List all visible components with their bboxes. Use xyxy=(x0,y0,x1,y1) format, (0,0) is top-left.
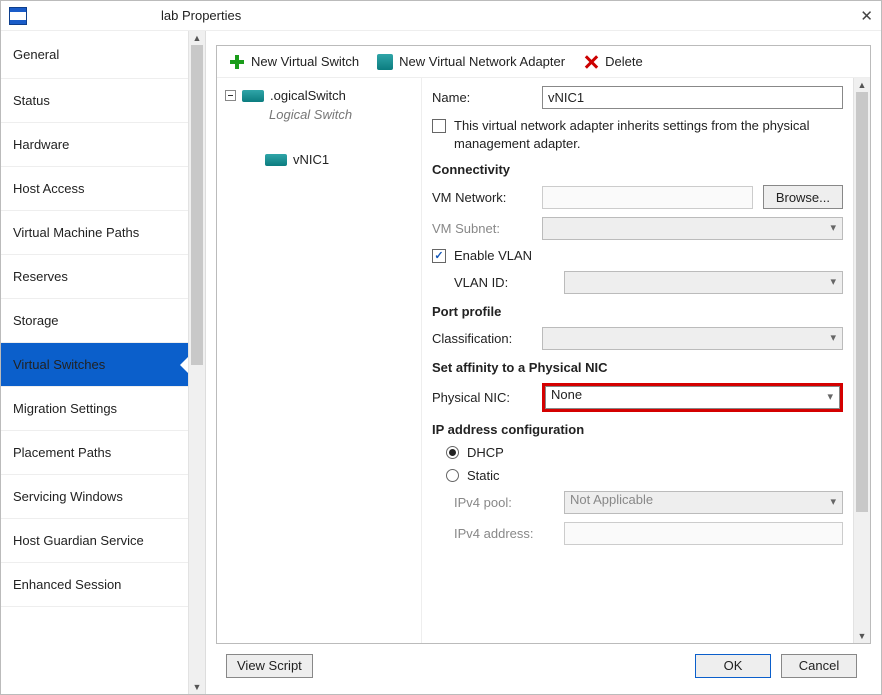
ipv4-pool-label: IPv4 pool: xyxy=(432,495,564,510)
scroll-thumb[interactable] xyxy=(856,92,868,512)
sidebar-item-general[interactable]: General xyxy=(1,31,188,79)
static-label: Static xyxy=(467,468,500,483)
close-icon[interactable]: ✕ xyxy=(860,7,873,25)
enable-vlan-checkbox[interactable] xyxy=(432,249,446,263)
section-affinity: Set affinity to a Physical NIC xyxy=(432,360,843,375)
app-icon xyxy=(9,7,27,25)
sidebar-item-reserves[interactable]: Reserves xyxy=(1,255,188,299)
scroll-thumb[interactable] xyxy=(191,45,203,365)
view-script-button[interactable]: View Script xyxy=(226,654,313,678)
switch-subtitle: Logical Switch xyxy=(223,107,415,122)
sidebar-item-host-access[interactable]: Host Access xyxy=(1,167,188,211)
dialog-button-bar: View Script OK Cancel xyxy=(216,644,871,688)
new-virtual-switch-label: New Virtual Switch xyxy=(251,54,359,69)
ipv4-address-label: IPv4 address: xyxy=(432,526,564,541)
vm-subnet-label: VM Subnet: xyxy=(432,221,542,236)
delete-button[interactable]: Delete xyxy=(577,51,649,73)
adapter-name: vNIC1 xyxy=(293,152,329,167)
sidebar-item-host-guardian[interactable]: Host Guardian Service xyxy=(1,519,188,563)
new-virtual-switch-button[interactable]: New Virtual Switch xyxy=(223,51,365,73)
sidebar-item-migration-settings[interactable]: Migration Settings xyxy=(1,387,188,431)
physical-nic-label: Physical NIC: xyxy=(432,390,542,405)
nic-icon xyxy=(265,154,287,166)
plus-icon xyxy=(229,54,245,70)
vm-network-label: VM Network: xyxy=(432,190,542,205)
switch-name: .ogicalSwitch xyxy=(270,88,346,103)
section-port-profile: Port profile xyxy=(432,304,843,319)
scroll-down-icon[interactable]: ▼ xyxy=(189,680,205,694)
vm-subnet-combo[interactable] xyxy=(542,217,843,240)
titlebar: lab Properties ✕ xyxy=(1,1,881,31)
ipv4-address-input xyxy=(564,522,843,545)
vlan-id-label: VLAN ID: xyxy=(432,275,564,290)
browse-button[interactable]: Browse... xyxy=(763,185,843,209)
section-connectivity: Connectivity xyxy=(432,162,843,177)
enable-vlan-label: Enable VLAN xyxy=(454,248,532,263)
dhcp-radio[interactable] xyxy=(446,446,459,459)
sidebar-item-placement-paths[interactable]: Placement Paths xyxy=(1,431,188,475)
scroll-up-icon[interactable]: ▲ xyxy=(854,78,870,92)
classification-combo[interactable] xyxy=(542,327,843,350)
section-ip-config: IP address configuration xyxy=(432,422,843,437)
properties-dialog: lab Properties ✕ General Status Hardware… xyxy=(0,0,882,695)
delete-icon xyxy=(583,54,599,70)
sidebar-item-status[interactable]: Status xyxy=(1,79,188,123)
inherit-label: This virtual network adapter inherits se… xyxy=(454,117,843,152)
physical-nic-combo[interactable]: None xyxy=(545,386,840,409)
switch-icon xyxy=(242,90,264,102)
physical-nic-highlight: None xyxy=(542,383,843,412)
virtual-switches-panel: New Virtual Switch New Virtual Network A… xyxy=(216,45,871,644)
classification-label: Classification: xyxy=(432,331,542,346)
sidebar-item-hardware[interactable]: Hardware xyxy=(1,123,188,167)
new-virtual-adapter-label: New Virtual Network Adapter xyxy=(399,54,565,69)
name-label: Name: xyxy=(432,90,542,105)
vlan-id-combo[interactable] xyxy=(564,271,843,294)
sidebar: General Status Hardware Host Access Virt… xyxy=(1,31,206,694)
cancel-button[interactable]: Cancel xyxy=(781,654,857,678)
vm-network-input[interactable] xyxy=(542,186,753,209)
ok-button[interactable]: OK xyxy=(695,654,771,678)
dhcp-label: DHCP xyxy=(467,445,504,460)
ipv4-pool-combo: Not Applicable xyxy=(564,491,843,514)
nic-icon xyxy=(377,54,393,70)
switch-tree: .ogicalSwitch Logical Switch vNIC1 xyxy=(217,78,422,643)
collapse-icon[interactable] xyxy=(225,90,236,101)
static-radio[interactable] xyxy=(446,469,459,482)
scroll-up-icon[interactable]: ▲ xyxy=(189,31,205,45)
scroll-down-icon[interactable]: ▼ xyxy=(854,629,870,643)
name-input[interactable] xyxy=(542,86,843,109)
sidebar-item-enhanced-session[interactable]: Enhanced Session xyxy=(1,563,188,607)
tree-node-logical-switch[interactable]: .ogicalSwitch xyxy=(223,86,415,105)
panel-toolbar: New Virtual Switch New Virtual Network A… xyxy=(217,46,870,78)
sidebar-item-vm-paths[interactable]: Virtual Machine Paths xyxy=(1,211,188,255)
main-panel: New Virtual Switch New Virtual Network A… xyxy=(206,31,881,694)
inherit-checkbox[interactable] xyxy=(432,119,446,133)
sidebar-item-storage[interactable]: Storage xyxy=(1,299,188,343)
sidebar-list: General Status Hardware Host Access Virt… xyxy=(1,31,188,694)
sidebar-scrollbar[interactable]: ▲ ▼ xyxy=(188,31,205,694)
delete-label: Delete xyxy=(605,54,643,69)
sidebar-item-servicing-windows[interactable]: Servicing Windows xyxy=(1,475,188,519)
tree-node-vnic1[interactable]: vNIC1 xyxy=(223,150,415,169)
adapter-details-form: Name: This virtual network adapter inher… xyxy=(422,78,853,643)
window-title: lab Properties xyxy=(161,8,241,23)
details-scrollbar[interactable]: ▲ ▼ xyxy=(853,78,870,643)
sidebar-item-virtual-switches[interactable]: Virtual Switches xyxy=(1,343,188,387)
new-virtual-adapter-button[interactable]: New Virtual Network Adapter xyxy=(371,51,571,73)
